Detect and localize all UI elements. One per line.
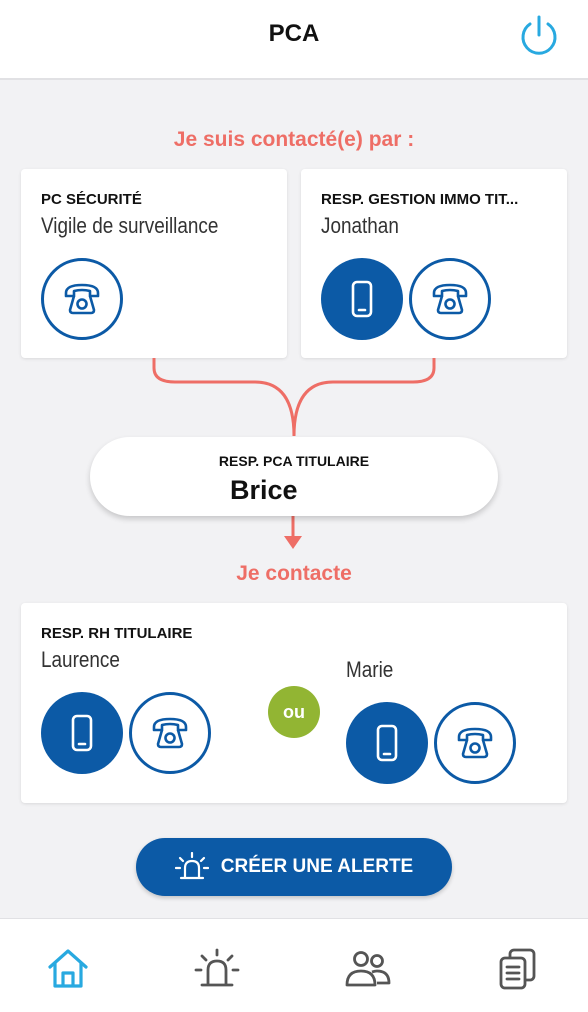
alternate-contact-name: Marie bbox=[346, 657, 394, 682]
self-role-pill: RESP. PCA TITULAIRE Brice bbox=[90, 437, 498, 516]
alarm-icon[interactable] bbox=[193, 945, 241, 993]
mobile-icon bbox=[376, 724, 398, 762]
call-phone-button[interactable] bbox=[129, 692, 211, 774]
call-mobile-button[interactable] bbox=[41, 692, 123, 774]
users-icon[interactable] bbox=[344, 945, 392, 993]
bottom-nav bbox=[0, 918, 588, 1012]
phone-icon bbox=[457, 727, 493, 759]
alarm-icon bbox=[174, 852, 209, 880]
home-icon[interactable] bbox=[44, 945, 92, 993]
contacts-label: Je contacte bbox=[236, 562, 352, 585]
self-role: RESP. PCA TITULAIRE bbox=[218, 453, 370, 469]
create-alert-button[interactable]: CRÉER UNE ALERTE bbox=[136, 838, 452, 896]
primary-contact-name: Laurence bbox=[41, 647, 120, 672]
or-badge: ou bbox=[268, 686, 320, 738]
mobile-icon bbox=[71, 714, 93, 752]
call-phone-button[interactable] bbox=[434, 702, 516, 784]
create-alert-label: CRÉER UNE ALERTE bbox=[220, 856, 414, 877]
phone-icon bbox=[152, 717, 188, 749]
card-role-title: RESP. RH TITULAIRE bbox=[41, 625, 193, 642]
call-mobile-button[interactable] bbox=[346, 702, 428, 784]
documents-icon[interactable] bbox=[494, 945, 542, 993]
self-name: Brice bbox=[230, 475, 298, 505]
